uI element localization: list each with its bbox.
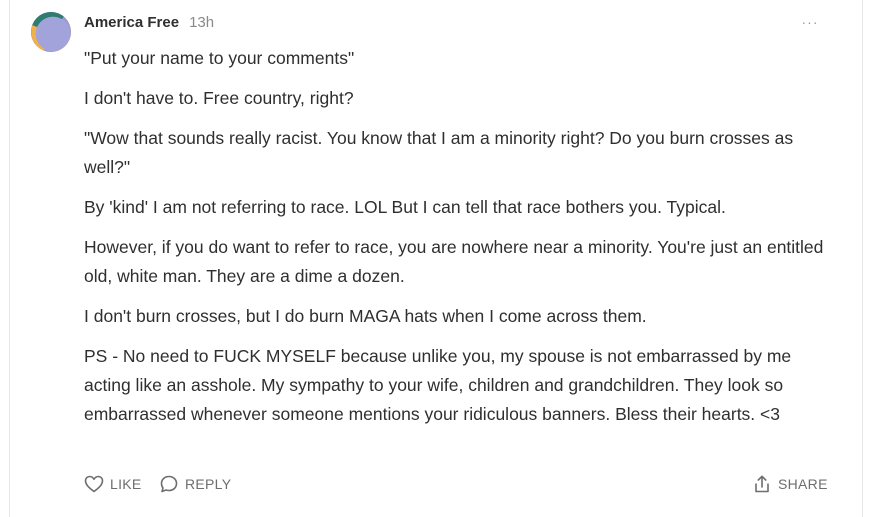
- like-label: LIKE: [110, 476, 142, 492]
- reply-label: REPLY: [185, 476, 232, 492]
- reply-button[interactable]: REPLY: [159, 472, 231, 496]
- comment-body: "Put your name to your comments" I don't…: [84, 44, 829, 440]
- comment-paragraph: I don't have to. Free country, right?: [84, 88, 354, 108]
- comment-paragraph: By 'kind' I am not referring to race. LO…: [84, 197, 726, 217]
- author-name[interactable]: America Free: [84, 14, 179, 31]
- avatar-image: [31, 12, 71, 52]
- like-button[interactable]: LIKE: [84, 472, 142, 496]
- more-options-button[interactable]: ···: [792, 10, 828, 34]
- ellipsis-icon: ···: [801, 14, 819, 30]
- comment-paragraph: However, if you do want to refer to race…: [84, 237, 824, 286]
- share-button[interactable]: SHARE: [752, 472, 828, 496]
- heart-icon: [84, 475, 104, 493]
- share-upload-icon: [752, 474, 772, 494]
- speech-bubble-icon: [159, 474, 179, 494]
- share-label: SHARE: [778, 476, 828, 492]
- comment-paragraph: "Wow that sounds really racist. You know…: [84, 128, 794, 177]
- comment-paragraph: I don't burn crosses, but I do burn MAGA…: [84, 306, 647, 326]
- comment-actions: LIKE REPLY SHARE: [84, 472, 827, 496]
- comment-paragraph: "Put your name to your comments": [84, 48, 355, 68]
- avatar[interactable]: [31, 12, 71, 52]
- comment-header: America Free 13h: [84, 14, 214, 34]
- comment-paragraph: PS - No need to FUCK MYSELF because unli…: [84, 346, 792, 424]
- comment-timestamp[interactable]: 13h: [189, 14, 214, 31]
